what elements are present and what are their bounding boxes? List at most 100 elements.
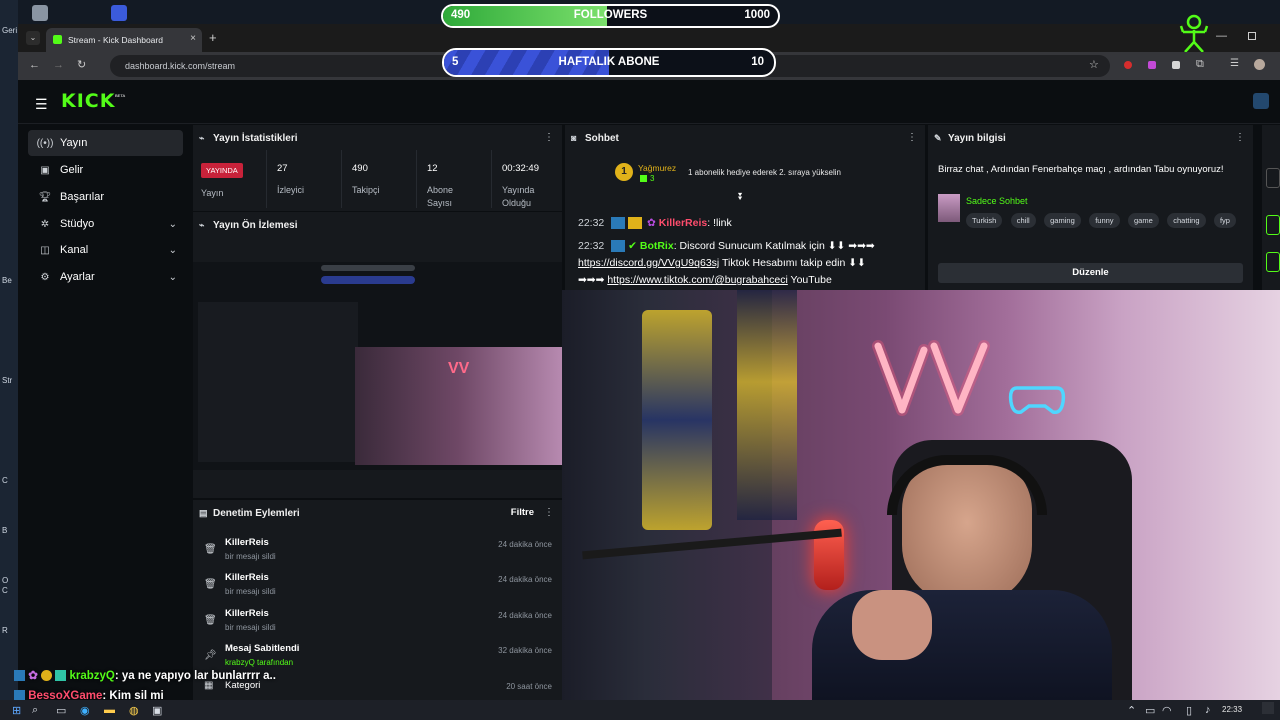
user-avatar[interactable] bbox=[1253, 93, 1269, 109]
desktop-label: B bbox=[2, 526, 8, 535]
chat-panel-header: ◙ Sohbet bbox=[565, 125, 925, 151]
tab-kick-dashboard[interactable]: Stream - Kick Dashboard × bbox=[46, 28, 202, 52]
chrome-icon[interactable]: ◍ bbox=[129, 704, 139, 717]
tag-chip[interactable]: chill bbox=[1010, 213, 1036, 228]
puzzle-extensions-icon[interactable]: ⧉ bbox=[1196, 58, 1204, 71]
minimize-icon[interactable]: — bbox=[1216, 30, 1227, 42]
subs-goal-bar: 5 HAFTALIK ABONE 10 bbox=[442, 48, 776, 77]
mod-action-row[interactable]: 🗑︎ KillerReis bir mesajı sildi 24 dakika… bbox=[200, 607, 556, 641]
gift-badge-icon bbox=[41, 670, 53, 682]
extension-icon[interactable] bbox=[1148, 61, 1156, 69]
tag-chip[interactable]: gaming bbox=[1044, 213, 1081, 228]
back-icon[interactable]: ← bbox=[29, 59, 40, 71]
tag-chip[interactable]: chatting bbox=[1167, 213, 1206, 228]
badge-icon bbox=[14, 670, 25, 682]
extension-icon[interactable] bbox=[1172, 61, 1180, 69]
recycle-bin-icon[interactable] bbox=[32, 5, 48, 21]
filter-button[interactable]: Filtre bbox=[511, 507, 534, 518]
sidebar-item-basarilar[interactable]: 🏆︎ Başarılar bbox=[28, 184, 183, 210]
subs-label: HAFTALIK ABONE bbox=[558, 56, 660, 68]
side-tool-button[interactable] bbox=[1266, 215, 1280, 235]
edge-icon[interactable]: ◉ bbox=[80, 704, 90, 717]
kick-logo[interactable]: KICK bbox=[61, 90, 115, 112]
preview-followers-bar bbox=[321, 265, 415, 271]
mod-action-desc: bir mesajı sildi bbox=[225, 552, 276, 561]
preview-dashboard-region bbox=[198, 302, 358, 462]
mod-action-row[interactable]: 🗑︎ KillerReis bir mesajı sildi 24 dakika… bbox=[200, 571, 556, 605]
cherry-badge-icon: ✿ bbox=[647, 217, 656, 229]
sidebar-item-label: Başarılar bbox=[60, 191, 105, 203]
chat-username[interactable]: BotRix bbox=[640, 240, 674, 252]
jersey-image bbox=[737, 290, 797, 520]
chat-link-tiktok[interactable]: https://www.tiktok.com/@bugrabahceci bbox=[607, 274, 787, 286]
file-explorer-icon[interactable]: ▬ bbox=[104, 704, 115, 716]
sub-badge-icon bbox=[55, 670, 67, 682]
gift-leader-name[interactable]: Yağmurez bbox=[638, 163, 676, 173]
downloads-icon[interactable]: ☰ bbox=[1230, 58, 1239, 69]
clock[interactable]: 22:33 bbox=[1222, 705, 1242, 714]
mod-action-time: 32 dakika önce bbox=[498, 646, 552, 655]
profile-avatar[interactable] bbox=[1254, 59, 1265, 70]
chat-link-discord[interactable]: https://discord.gg/VVgU9q63sj bbox=[578, 257, 719, 269]
close-tab-icon[interactable]: × bbox=[190, 33, 196, 44]
chevron-down-icon: ⌄ bbox=[168, 271, 177, 283]
menu-hamburger-icon[interactable]: ☰ bbox=[35, 96, 48, 113]
task-view-icon[interactable]: ▭ bbox=[56, 704, 66, 717]
sidebar-item-gelir[interactable]: ▣ Gelir bbox=[28, 157, 183, 183]
desktop-label: Str bbox=[2, 376, 13, 385]
app-icon[interactable]: ▣ bbox=[152, 704, 162, 717]
mod-action-user: KillerReis bbox=[225, 572, 269, 583]
more-options-icon[interactable]: ⋮ bbox=[1235, 132, 1245, 143]
sidebar-item-ayarlar[interactable]: ⚙ Ayarlar ⌄ bbox=[28, 264, 183, 290]
tag-chip[interactable]: game bbox=[1128, 213, 1159, 228]
category-link[interactable]: Sadece Sohbet bbox=[966, 196, 1028, 206]
sidebar-item-studyo[interactable]: ✲ Stüdyo ⌄ bbox=[28, 211, 183, 237]
sidebar-item-kanal[interactable]: ◫ Kanal ⌄ bbox=[28, 237, 183, 263]
maximize-icon[interactable] bbox=[1248, 32, 1256, 40]
reload-icon[interactable]: ↻ bbox=[77, 58, 86, 71]
scroll-down-icon[interactable]: ⏬︎ bbox=[738, 192, 743, 203]
neon-controller-icon bbox=[1008, 386, 1066, 415]
more-options-icon[interactable]: ⋮ bbox=[907, 132, 917, 143]
app-header bbox=[18, 80, 1280, 124]
chat-username[interactable]: KillerReis bbox=[659, 217, 707, 229]
mod-action-row[interactable]: 🗑︎ KillerReis bir mesajı sildi 24 dakika… bbox=[200, 536, 556, 570]
kick-favicon-icon bbox=[53, 35, 62, 44]
live-badge: YAYINDA bbox=[201, 163, 243, 178]
streamer-hand bbox=[852, 590, 932, 660]
search-icon[interactable]: ⌕ bbox=[32, 704, 38, 717]
forward-icon[interactable]: → bbox=[53, 59, 64, 71]
volume-icon[interactable]: ♪ bbox=[1205, 704, 1211, 716]
desktop-label: C bbox=[2, 476, 8, 485]
panel-title: Yayın İstatistikleri bbox=[213, 132, 298, 144]
tag-chip[interactable]: fyp bbox=[1213, 213, 1236, 228]
wifi-icon[interactable]: ◠ bbox=[1162, 704, 1172, 717]
tag-chip[interactable]: funny bbox=[1089, 213, 1120, 228]
tag-list: Turkish chill gaming funny game chatting… bbox=[966, 210, 1244, 228]
jersey-image bbox=[642, 310, 712, 530]
network-icon[interactable]: ▭ bbox=[1145, 704, 1155, 717]
extension-icon[interactable] bbox=[1124, 61, 1132, 69]
side-tool-button[interactable] bbox=[1266, 252, 1280, 272]
tag-chip[interactable]: Turkish bbox=[966, 213, 1003, 228]
stream-title-text: Birraz chat , Ardından Fenerbahçe maçı ,… bbox=[938, 164, 1224, 175]
tab-search-icon[interactable]: ⌄ bbox=[26, 31, 40, 45]
side-tool-button[interactable] bbox=[1266, 168, 1280, 188]
sidebar-item-label: Ayarlar bbox=[60, 271, 95, 283]
tray-chevron-icon[interactable]: ⌃ bbox=[1127, 704, 1136, 717]
more-options-icon[interactable]: ⋮ bbox=[544, 132, 554, 143]
battery-icon[interactable]: ▯ bbox=[1186, 704, 1192, 717]
start-icon[interactable]: ⊞ bbox=[12, 704, 21, 717]
edit-button[interactable]: Düzenle bbox=[938, 263, 1243, 283]
stream-preview-video[interactable]: VV bbox=[193, 262, 562, 470]
more-options-icon[interactable]: ⋮ bbox=[544, 507, 554, 518]
sidebar-item-yayin[interactable]: ((•)) Yayın bbox=[28, 130, 183, 156]
bookmark-star-icon[interactable]: ☆ bbox=[1089, 58, 1099, 71]
stat-value: 27 bbox=[277, 163, 288, 174]
notification-icon[interactable] bbox=[1262, 702, 1274, 714]
desktop-app-icon[interactable] bbox=[111, 5, 127, 21]
chat-text: : Discord Sunucum Katılmak için ⬇⬇ ➡➡➡ bbox=[673, 240, 875, 252]
desktop-label: Be bbox=[2, 276, 12, 285]
broadcast-icon: ((•)) bbox=[36, 137, 54, 149]
new-tab-icon[interactable]: + bbox=[209, 30, 217, 45]
